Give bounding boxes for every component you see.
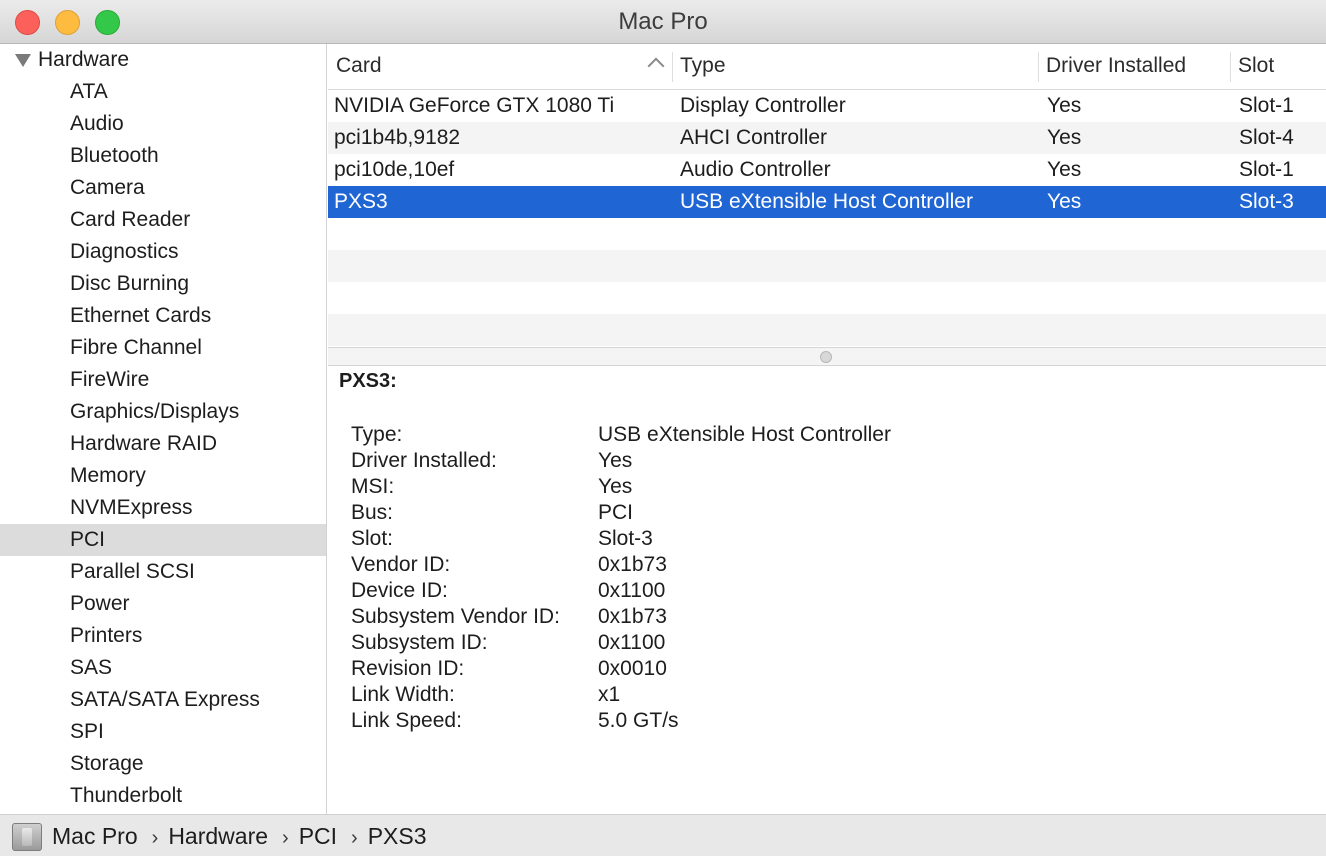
sidebar-item-sas[interactable]: SAS — [0, 652, 326, 684]
breadcrumb-item[interactable]: PXS3 — [368, 815, 427, 856]
breadcrumb-item[interactable]: PCI — [299, 815, 337, 856]
property-value: 0x1b73 — [598, 605, 667, 628]
sidebar-item-spi[interactable]: SPI — [0, 716, 326, 748]
sidebar-group-label: Hardware — [38, 48, 130, 71]
column-header-slot[interactable]: Slot — [1230, 44, 1326, 90]
sidebar-item-pci[interactable]: PCI — [0, 524, 326, 556]
cell-card: PXS3 — [334, 190, 388, 213]
table-header: Card Type Driver Installed Slot — [328, 44, 1326, 90]
column-header-driver-installed[interactable]: Driver Installed — [1038, 44, 1230, 90]
sidebar-list: ATA Audio Bluetooth Camera Card Reader Diagno… — [0, 76, 326, 812]
breadcrumb: Mac Pro › Hardware › PCI › PXS3 — [52, 815, 427, 856]
property-value: 0x1100 — [598, 631, 666, 654]
mac-pro-icon[interactable] — [12, 823, 42, 851]
property-value: Yes — [598, 449, 633, 472]
sidebar-item-audio[interactable]: Audio — [0, 108, 326, 140]
property-key: Link Width: — [351, 683, 455, 706]
chevron-right-icon: › — [151, 827, 159, 849]
property-value: Yes — [598, 475, 633, 498]
cell-driver: Yes — [1047, 158, 1082, 181]
sidebar-item-memory[interactable]: Memory — [0, 460, 326, 492]
sidebar-item-graphics-displays[interactable]: Graphics/Displays — [0, 396, 326, 428]
pci-cards-table: Card Type Driver Installed Slot NVIDIA G… — [328, 44, 1326, 347]
property-value: 0x1100 — [598, 579, 666, 602]
sidebar-item-power[interactable]: Power — [0, 588, 326, 620]
cell-driver: Yes — [1047, 126, 1082, 149]
table-row[interactable]: pci10de,10ef Audio Controller Yes Slot-1 — [328, 154, 1326, 186]
chevron-right-icon: › — [282, 827, 289, 849]
property-key: Bus: — [351, 501, 394, 524]
cell-type: Audio Controller — [680, 158, 831, 181]
sidebar-item-sata-sata-express[interactable]: SATA/SATA Express — [0, 684, 326, 716]
table-body: NVIDIA GeForce GTX 1080 Ti Display Contro… — [328, 90, 1326, 346]
chevron-right-icon: › — [351, 827, 358, 849]
property-key: Subsystem ID: — [351, 631, 488, 654]
sidebar-item-parallel-scsi[interactable]: Parallel SCSI — [0, 556, 326, 588]
sidebar-item-bluetooth[interactable]: Bluetooth — [0, 140, 326, 172]
sidebar-item-printers[interactable]: Printers — [0, 620, 326, 652]
property-key: Subsystem Vendor ID: — [351, 605, 560, 628]
table-row-empty — [328, 218, 1326, 250]
cell-type: USB eXtensible Host Controller — [680, 190, 973, 213]
table-row-empty — [328, 282, 1326, 314]
sidebar-item-hardware-raid[interactable]: Hardware RAID — [0, 428, 326, 460]
table-row-empty — [328, 250, 1326, 282]
property-key: Driver Installed: — [351, 449, 497, 472]
column-header-card[interactable]: Card — [328, 44, 672, 90]
cell-type: Display Controller — [680, 94, 846, 117]
property-key: Revision ID: — [351, 657, 465, 680]
property-value: Slot-3 — [598, 527, 653, 550]
sidebar-item-fibre-channel[interactable]: Fibre Channel — [0, 332, 326, 364]
sidebar-item-nvmexpress[interactable]: NVMExpress — [0, 492, 326, 524]
sidebar: Hardware ATA Audio Bluetooth Camera Card Rea… — [0, 44, 327, 814]
sidebar-item-firewire[interactable]: FireWire — [0, 364, 326, 396]
table-row[interactable]: PXS3 USB eXtensible Host Controller Yes Slo… — [328, 186, 1326, 218]
sidebar-item-camera[interactable]: Camera — [0, 172, 326, 204]
property-value: 5.0 GT/s — [598, 709, 679, 732]
path-bar: Mac Pro › Hardware › PCI › PXS3 — [0, 814, 1326, 856]
breadcrumb-item[interactable]: Mac Pro — [52, 815, 138, 856]
property-key: Slot: — [351, 527, 394, 550]
sidebar-item-ata[interactable]: ATA — [0, 76, 326, 108]
sidebar-item-ethernet-cards[interactable]: Ethernet Cards — [0, 300, 326, 332]
cell-driver: Yes — [1047, 190, 1082, 213]
property-value: x1 — [598, 683, 621, 706]
cell-driver: Yes — [1047, 94, 1082, 117]
cell-slot: Slot-4 — [1239, 126, 1294, 149]
table-row-empty — [328, 314, 1326, 346]
property-key: Vendor ID: — [351, 553, 451, 576]
table-row[interactable]: pci1b4b,9182 AHCI Controller Yes Slot-4 — [328, 122, 1326, 154]
property-key: Device ID: — [351, 579, 448, 602]
cell-type: AHCI Controller — [680, 126, 828, 149]
sidebar-item-diagnostics[interactable]: Diagnostics — [0, 236, 326, 268]
detail-title: PXS3: — [339, 370, 397, 392]
cell-slot: Slot-1 — [1239, 158, 1294, 181]
sidebar-group-hardware[interactable]: Hardware — [0, 44, 326, 76]
detail-pane: PXS3: Type: USB eXtensible Host Controlle… — [328, 366, 1326, 814]
property-value: 0x0010 — [598, 657, 667, 680]
property-key: Link Speed: — [351, 709, 462, 732]
cell-card: pci1b4b,9182 — [334, 126, 461, 149]
split-view-divider[interactable] — [328, 347, 1326, 366]
disclosure-triangle-icon[interactable] — [15, 54, 31, 67]
cell-card: NVIDIA GeForce GTX 1080 Ti — [334, 94, 615, 117]
sidebar-item-storage[interactable]: Storage — [0, 748, 326, 780]
sidebar-item-disc-burning[interactable]: Disc Burning — [0, 268, 326, 300]
cell-slot: Slot-1 — [1239, 94, 1294, 117]
property-key: MSI: — [351, 475, 395, 498]
cell-slot: Slot-3 — [1239, 190, 1294, 213]
window-title: Mac Pro — [618, 8, 708, 35]
cell-card: pci10de,10ef — [334, 158, 455, 181]
property-value: PCI — [598, 501, 634, 524]
sidebar-item-card-reader[interactable]: Card Reader — [0, 204, 326, 236]
title-bar: Mac Pro — [0, 0, 1326, 44]
divider-grip-icon[interactable] — [820, 351, 832, 363]
column-header-type[interactable]: Type — [672, 44, 1038, 90]
sidebar-item-thunderbolt[interactable]: Thunderbolt — [0, 780, 326, 812]
property-key: Type: — [351, 423, 403, 446]
breadcrumb-item[interactable]: Hardware — [168, 815, 268, 856]
property-value: 0x1b73 — [598, 553, 667, 576]
table-row[interactable]: NVIDIA GeForce GTX 1080 Ti Display Contro… — [328, 90, 1326, 122]
property-value: USB eXtensible Host Controller — [598, 423, 891, 446]
